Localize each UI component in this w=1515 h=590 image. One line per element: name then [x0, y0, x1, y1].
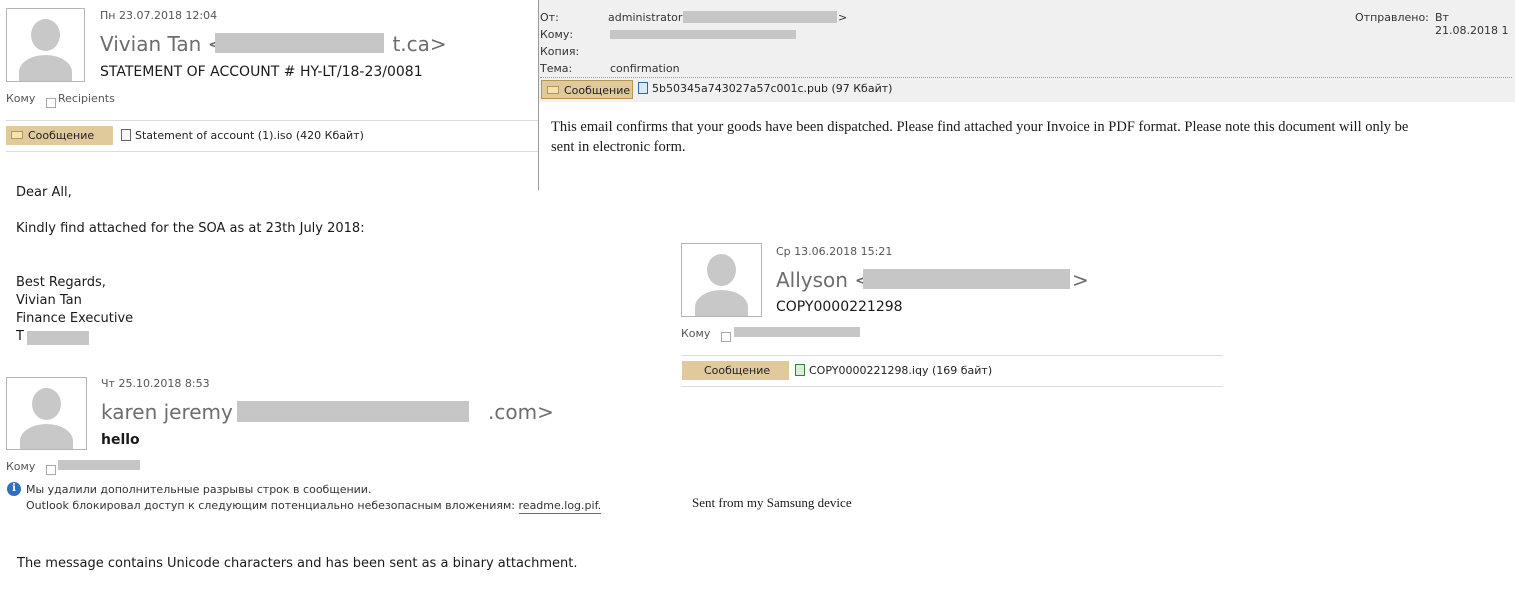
envelope-icon: [11, 131, 23, 139]
info-line2-prefix: Outlook блокировал доступ к следующим по…: [26, 499, 516, 512]
subject-label: Тема:: [540, 62, 573, 75]
redacted-email-address: [237, 401, 469, 422]
sent-value: Вт 21.08.2018 1: [1435, 11, 1509, 37]
email4-date: Чт 25.10.2018 8:53: [101, 377, 210, 390]
dotted-divider: [540, 77, 1512, 78]
redacted-email-address: [863, 269, 1070, 289]
email2-body-line1: This email confirms that your goods have…: [551, 119, 1409, 135]
body-greeting: Dear All,: [16, 185, 72, 200]
message-tab[interactable]: Сообщение: [682, 361, 789, 380]
email2-body-line2: sent in electronic form.: [551, 139, 686, 155]
info-line1: Мы удалили дополнительные разрывы строк …: [26, 483, 372, 496]
divider: [6, 120, 540, 121]
cc-label: Копия:: [540, 45, 580, 58]
email3-subject: COPY0000221298: [776, 299, 903, 315]
email4-sender-suffix: .com>: [488, 400, 554, 424]
divider: [681, 386, 1223, 387]
email1-date: Пн 23.07.2018 12:04: [100, 9, 218, 22]
message-tab-label: Сообщение: [28, 129, 95, 142]
publisher-file-icon: [638, 82, 648, 94]
message-tab[interactable]: Сообщение: [6, 126, 113, 145]
email1-recipients-label[interactable]: Recipients: [58, 92, 115, 105]
email1-sender-suffix: t.ca>: [392, 32, 447, 56]
attachment-item[interactable]: Statement of account (1).iso (420 Кбайт): [121, 129, 364, 142]
sent-label: Отправлено:: [1355, 11, 1429, 24]
email4-subject: hello: [101, 432, 140, 448]
email3-sender-close: >: [1072, 268, 1089, 292]
avatar-icon: [681, 243, 762, 317]
email3-to-label: Кому: [681, 327, 711, 340]
email3-body: Sent from my Samsung device: [692, 495, 852, 510]
email3-date: Ср 13.06.2018 15:21: [776, 245, 893, 258]
recipients-checkbox[interactable]: [46, 460, 56, 479]
envelope-icon: [547, 86, 559, 94]
email1-sender-name: Vivian Tan <: [100, 32, 225, 56]
avatar-icon: [6, 377, 87, 450]
redacted-recipient: [58, 460, 140, 470]
recipients-checkbox[interactable]: [46, 93, 56, 112]
body-name: Vivian Tan: [16, 293, 82, 308]
info-line2: Outlook блокировал доступ к следующим по…: [26, 499, 602, 514]
attachment-item[interactable]: 5b50345a743027a57c001c.pub (97 Кбайт): [638, 82, 892, 95]
message-tab-label: Сообщение: [704, 364, 771, 377]
redacted-recipient: [734, 327, 860, 337]
file-icon: [121, 129, 131, 141]
body-title: Finance Executive: [16, 311, 134, 326]
blocked-attachment-link[interactable]: readme.log.pif.: [518, 499, 602, 514]
to-label: Кому:: [540, 28, 574, 41]
redacted-email-address: [215, 33, 384, 53]
body-regards: Best Regards,: [16, 275, 106, 290]
email4-sender-name: karen jeremy <: [101, 400, 256, 424]
iqy-file-icon: [795, 364, 805, 376]
redacted-from-address: [683, 11, 837, 23]
email4-to-label: Кому: [6, 460, 36, 473]
body-tel-prefix: T: [16, 329, 24, 344]
attachment-item[interactable]: COPY0000221298.iqy (169 байт): [795, 364, 992, 377]
avatar-icon: [6, 8, 85, 82]
recipients-checkbox[interactable]: [721, 327, 731, 346]
info-icon: i: [7, 482, 21, 496]
attachment-label: COPY0000221298.iqy (169 байт): [809, 364, 993, 377]
attachment-label: Statement of account (1).iso (420 Кбайт): [135, 129, 364, 142]
message-tab[interactable]: Сообщение: [541, 80, 633, 99]
email1-to-label: Кому: [6, 92, 36, 105]
divider: [681, 355, 1223, 356]
message-tab-label: Сообщение: [564, 84, 631, 97]
email3-sender-name: Allyson <: [776, 268, 872, 292]
redacted-phone: [27, 331, 89, 345]
email1-subject: STATEMENT OF ACCOUNT # HY-LT/18-23/0081: [100, 64, 423, 80]
from-close: >: [838, 11, 848, 24]
divider: [6, 151, 540, 152]
from-label: От:: [540, 11, 559, 24]
body-line: Kindly find attached for the SOA as at 2…: [16, 221, 365, 236]
attachment-label: 5b50345a743027a57c001c.pub (97 Кбайт): [652, 82, 893, 95]
email4-body: The message contains Unicode characters …: [17, 556, 578, 571]
subject-value: confirmation: [610, 62, 680, 75]
redacted-to-address: [610, 30, 796, 39]
